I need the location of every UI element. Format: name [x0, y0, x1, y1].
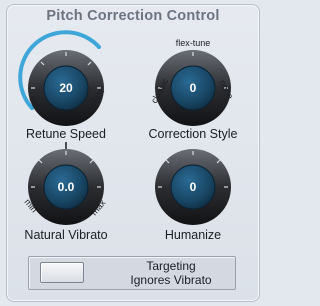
- correction-style-value: 0: [189, 81, 197, 95]
- natural-vibrato-label: Natural Vibrato: [24, 228, 108, 242]
- humanize-label: Humanize: [164, 228, 222, 242]
- humanize-value: 0: [189, 180, 197, 194]
- targeting-label-line2: Ignores Vibrato: [130, 273, 212, 287]
- retune-speed-label: Retune Speed: [26, 127, 106, 141]
- natural-vibrato-value: 0.0: [57, 180, 75, 194]
- targeting-ignores-vibrato-control: Targeting Ignores Vibrato: [28, 256, 236, 290]
- retune-speed-knob[interactable]: slow fast: [18, 30, 106, 126]
- targeting-ignores-vibrato-label: Targeting Ignores Vibrato: [111, 259, 231, 287]
- correction-style-top-label: flex-tune: [176, 38, 211, 48]
- correction-style-label: Correction Style: [148, 127, 238, 141]
- targeting-label-line1: Targeting: [146, 259, 196, 273]
- targeting-ignores-vibrato-toggle[interactable]: [40, 262, 84, 283]
- retune-speed-value: 20: [59, 81, 73, 95]
